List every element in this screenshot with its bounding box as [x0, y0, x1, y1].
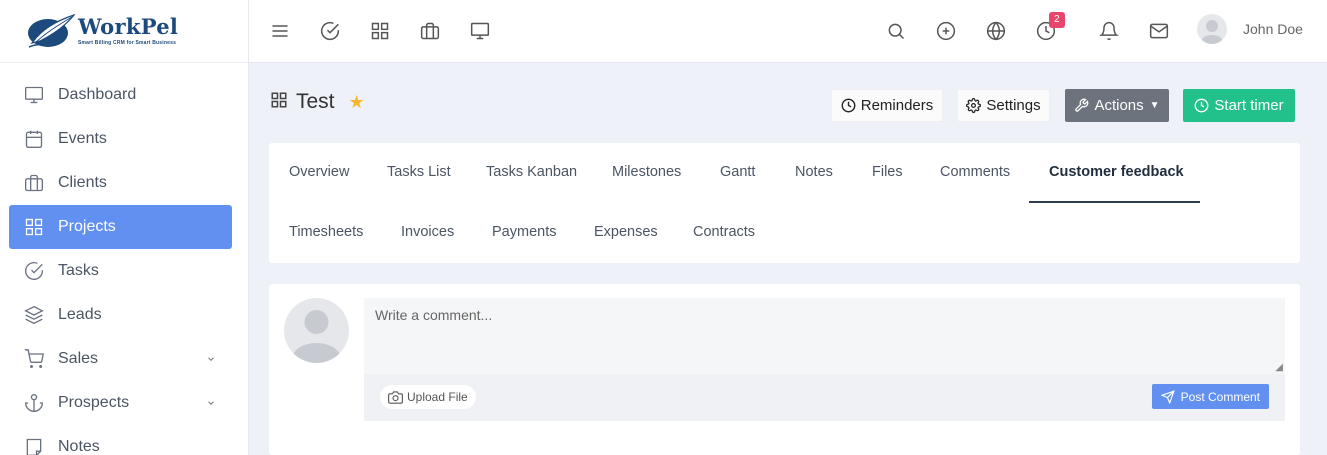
- briefcase-icon[interactable]: [418, 19, 442, 43]
- page-header: Test ★: [270, 90, 365, 114]
- caret-down-icon: ▼: [1149, 100, 1160, 111]
- plus-circle-icon[interactable]: [934, 19, 958, 43]
- project-tabs: Overview Tasks List Tasks Kanban Milesto…: [269, 143, 1300, 263]
- brand-logo[interactable]: WorkPel Smart Billing CRM for Smart Busi…: [0, 0, 248, 63]
- settings-label: Settings: [986, 97, 1041, 114]
- sidebar-item-label: Tasks: [58, 262, 99, 279]
- sidebar-item-label: Projects: [58, 218, 116, 235]
- gear-icon: [966, 98, 982, 113]
- tab-comments[interactable]: Comments: [940, 164, 1010, 180]
- sidebar-item-label: Leads: [58, 306, 102, 323]
- sidebar-item-label: Clients: [58, 174, 107, 191]
- sidebar-item-clients[interactable]: Clients: [9, 161, 232, 205]
- settings-button[interactable]: Settings: [957, 89, 1050, 122]
- menu-icon[interactable]: [268, 19, 292, 43]
- sidebar-item-sales[interactable]: Sales: [9, 337, 232, 381]
- sidebar-item-label: Dashboard: [58, 86, 137, 103]
- upload-file-button[interactable]: Upload File: [380, 385, 476, 409]
- anchor-icon: [23, 392, 45, 414]
- chevron-down-icon[interactable]: [206, 395, 216, 413]
- sidebar-item-tasks[interactable]: Tasks: [9, 249, 232, 293]
- upload-file-label: Upload File: [407, 390, 468, 404]
- post-comment-label: Post Comment: [1180, 389, 1260, 404]
- active-tab-indicator: [1029, 201, 1200, 203]
- user-menu[interactable]: John Doe: [1197, 14, 1303, 44]
- grid-icon[interactable]: [368, 19, 392, 43]
- clock-icon: [841, 98, 856, 113]
- sidebar-item-label: Events: [58, 130, 107, 147]
- mail-icon[interactable]: [1147, 19, 1171, 43]
- tab-files[interactable]: Files: [872, 164, 903, 180]
- start-timer-label: Start timer: [1214, 97, 1284, 114]
- tab-invoices[interactable]: Invoices: [401, 224, 454, 240]
- tab-notes[interactable]: Notes: [795, 164, 833, 180]
- wrench-icon: [1075, 98, 1089, 112]
- brand-tagline: Smart Billing CRM for Smart Business: [78, 40, 177, 46]
- tab-gantt[interactable]: Gantt: [720, 164, 755, 180]
- brand-name: WorkPel: [78, 14, 179, 39]
- avatar: [1197, 14, 1227, 44]
- tab-customer-feedback[interactable]: Customer feedback: [1049, 164, 1184, 180]
- sidebar-item-label: Prospects: [58, 394, 130, 411]
- actions-dropdown-button[interactable]: Actions ▼: [1065, 89, 1169, 122]
- tab-overview[interactable]: Overview: [289, 164, 349, 180]
- logo-mark-icon: [26, 13, 76, 49]
- comment-box: ◢ Upload File Post Comment: [364, 298, 1285, 421]
- clock-icon: [1194, 98, 1209, 113]
- sidebar-item-projects[interactable]: Projects: [9, 205, 232, 249]
- sidebar-item-events[interactable]: Events: [9, 117, 232, 161]
- layers-icon: [23, 304, 45, 326]
- comment-footer: Upload File Post Comment: [364, 374, 1285, 421]
- check-circle-icon[interactable]: [318, 19, 342, 43]
- page-title: Test: [296, 90, 335, 113]
- monitor-icon[interactable]: [468, 19, 492, 43]
- cart-icon: [23, 348, 45, 370]
- sidebar-item-label: Sales: [58, 350, 99, 367]
- comment-composer: ◢ Upload File Post Comment: [269, 284, 1300, 455]
- topbar: 2 John Doe: [249, 0, 1327, 63]
- camera-icon: [388, 390, 403, 404]
- avatar: [284, 298, 349, 363]
- briefcase-icon: [23, 172, 45, 194]
- sidebar-item-notes[interactable]: Notes: [9, 425, 232, 455]
- tab-tasks-list[interactable]: Tasks List: [387, 164, 451, 180]
- clock-icon[interactable]: 2: [1034, 12, 1065, 43]
- sidebar-item-prospects[interactable]: Prospects: [9, 381, 232, 425]
- reminders-label: Reminders: [860, 97, 934, 114]
- comment-input[interactable]: [364, 298, 1285, 374]
- resize-handle-icon[interactable]: ◢: [1275, 362, 1283, 373]
- bell-icon[interactable]: [1097, 19, 1121, 43]
- tab-expenses[interactable]: Expenses: [594, 224, 658, 240]
- note-icon: [23, 436, 45, 455]
- check-circle-icon: [23, 260, 45, 282]
- tab-tasks-kanban[interactable]: Tasks Kanban: [486, 164, 577, 180]
- star-icon[interactable]: ★: [349, 92, 365, 113]
- sidebar-item-label: Notes: [58, 438, 100, 455]
- tab-contracts[interactable]: Contracts: [693, 224, 755, 240]
- monitor-icon: [23, 84, 45, 106]
- sidebar-item-leads[interactable]: Leads: [9, 293, 232, 337]
- timer-badge: 2: [1049, 12, 1065, 28]
- start-timer-button[interactable]: Start timer: [1183, 89, 1295, 122]
- globe-icon[interactable]: [984, 19, 1008, 43]
- chevron-down-icon[interactable]: [206, 351, 216, 369]
- tab-timesheets[interactable]: Timesheets: [289, 224, 363, 240]
- sidebar-nav: Dashboard Events Clients Projects Tasks: [0, 63, 248, 455]
- grid-icon: [23, 216, 45, 238]
- calendar-icon: [23, 128, 45, 150]
- user-name: John Doe: [1243, 21, 1303, 37]
- grid-icon: [270, 91, 288, 114]
- search-icon[interactable]: [884, 19, 908, 43]
- tab-milestones[interactable]: Milestones: [612, 164, 681, 180]
- tab-payments[interactable]: Payments: [492, 224, 556, 240]
- post-comment-button[interactable]: Post Comment: [1151, 384, 1269, 409]
- reminders-button[interactable]: Reminders: [831, 89, 943, 122]
- sidebar-item-dashboard[interactable]: Dashboard: [9, 73, 232, 117]
- send-icon: [1160, 389, 1175, 404]
- sidebar: WorkPel Smart Billing CRM for Smart Busi…: [0, 0, 249, 455]
- actions-label: Actions: [1094, 97, 1144, 114]
